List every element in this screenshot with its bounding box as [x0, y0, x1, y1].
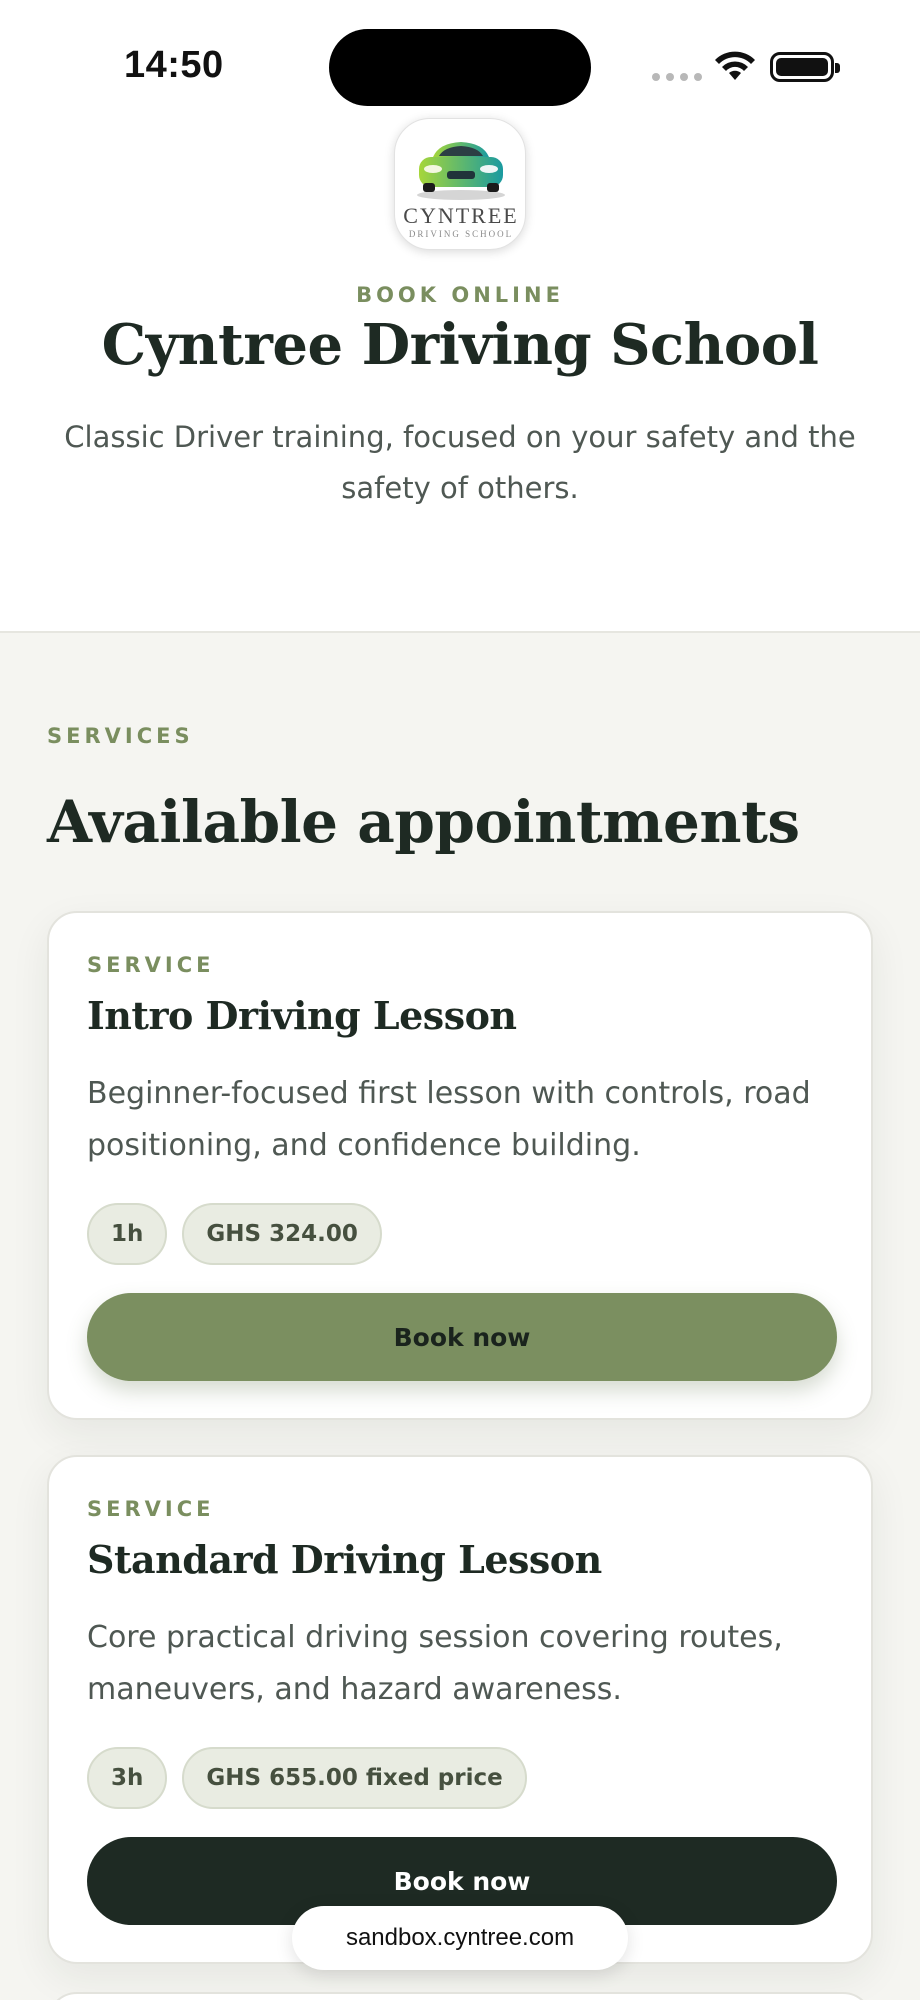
logo-subtext: DRIVING SCHOOL [408, 229, 514, 239]
services-eyebrow: SERVICES [47, 724, 194, 748]
car-icon [417, 142, 505, 200]
service-title: Intro Driving Lesson [87, 993, 517, 1038]
hero-eyebrow: BOOK ONLINE [356, 283, 564, 307]
hero-description: Classic Driver training, focused on your… [64, 420, 856, 505]
wifi-icon [715, 51, 755, 80]
logo-wordmark: CYNTREE [403, 203, 519, 228]
service-title: Standard Driving Lesson [87, 1537, 602, 1582]
service-meta: 3h GHS 655.00 fixed price [87, 1747, 527, 1809]
service-card: SERVICE Standard Driving Lesson Core pra… [47, 1455, 873, 1964]
page-title: Cyntree Driving School [101, 312, 819, 378]
status-bar: 14:50 [0, 0, 920, 120]
service-description: Core practical driving session covering … [87, 1620, 783, 1707]
duration-chip: 3h [87, 1747, 168, 1809]
status-time: 14:50 [124, 44, 224, 86]
services-title: Available appointments [47, 788, 800, 856]
service-meta: 1h GHS 324.00 [87, 1203, 382, 1265]
address-bar[interactable]: sandbox.cyntree.com [292, 1906, 628, 1970]
service-eyebrow: SERVICE [87, 1497, 215, 1521]
price-chip: GHS 324.00 [182, 1203, 382, 1265]
price-chip: GHS 655.00 fixed price [182, 1747, 527, 1809]
service-card-partial [47, 1992, 873, 2000]
battery-icon [770, 52, 840, 82]
book-now-button[interactable]: Book now [87, 1293, 837, 1381]
service-card: SERVICE Intro Driving Lesson Beginner-fo… [47, 911, 873, 1420]
service-description: Beginner-focused first lesson with contr… [87, 1076, 811, 1163]
service-eyebrow: SERVICE [87, 953, 215, 977]
duration-chip: 1h [87, 1203, 168, 1265]
dynamic-island [329, 29, 591, 106]
cellular-signal-icon [652, 73, 702, 81]
school-logo: CYNTREE DRIVING SCHOOL [394, 118, 526, 250]
